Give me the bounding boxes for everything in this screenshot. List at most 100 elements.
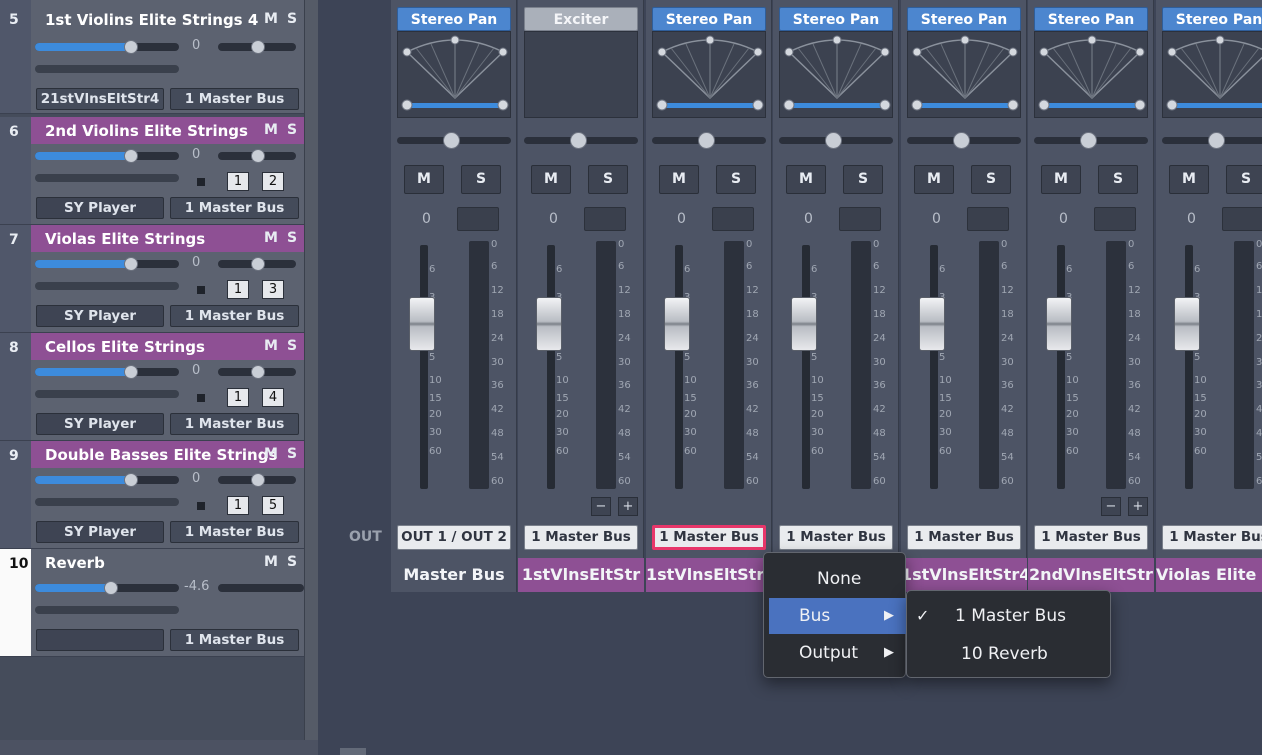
volume-slider[interactable] xyxy=(35,476,179,484)
mute-button[interactable]: M xyxy=(659,165,699,194)
mute-button[interactable]: M xyxy=(264,446,278,462)
submenu-item-master-bus[interactable]: ✓ 1 Master Bus xyxy=(912,598,1107,634)
track-row[interactable]: 5 1st Violins Elite Strings 4 M S 0 21st… xyxy=(0,0,304,114)
fx-panel[interactable] xyxy=(1034,31,1148,118)
fx-slot-button[interactable]: Stereo Pan xyxy=(397,7,511,31)
solo-button[interactable]: S xyxy=(287,230,297,246)
record-indicator[interactable] xyxy=(197,286,205,294)
track-header[interactable]: 1st Violins Elite Strings 4 M S xyxy=(31,6,304,33)
pan-knob[interactable] xyxy=(443,132,460,149)
add-insert-button[interactable]: + xyxy=(1128,497,1148,516)
mute-button[interactable]: M xyxy=(264,11,278,27)
output-select-button[interactable]: 1 Master Bus xyxy=(1162,525,1262,550)
output-button[interactable]: 1 Master Bus xyxy=(170,305,299,327)
remove-insert-button[interactable]: − xyxy=(1101,497,1121,516)
pan-knob[interactable] xyxy=(1208,132,1225,149)
volume-slider[interactable] xyxy=(35,43,179,51)
pan-knob[interactable] xyxy=(825,132,842,149)
pan-knob[interactable] xyxy=(251,149,265,163)
remove-insert-button[interactable]: − xyxy=(591,497,611,516)
strip-name[interactable]: 1stVlnsEltStr4 xyxy=(901,558,1027,592)
record-indicator[interactable] xyxy=(197,502,205,510)
volume-knob[interactable] xyxy=(104,581,118,595)
menu-item-bus[interactable]: Bus ▶ xyxy=(769,598,906,634)
volume-knob[interactable] xyxy=(124,40,138,54)
volume-fader-handle[interactable] xyxy=(664,297,690,351)
output-button[interactable]: 1 Master Bus xyxy=(170,88,299,110)
volume-slider[interactable] xyxy=(35,368,179,376)
midi-port-box[interactable]: 1 xyxy=(227,172,249,191)
menu-item-none[interactable]: None xyxy=(769,561,900,597)
pan-knob[interactable] xyxy=(570,132,587,149)
record-indicator[interactable] xyxy=(197,178,205,186)
midi-channel-box[interactable]: 4 xyxy=(262,388,284,407)
track-header[interactable]: Double Basses Elite Strings M S xyxy=(31,441,304,468)
solo-button[interactable]: S xyxy=(461,165,501,194)
volume-slider[interactable] xyxy=(35,260,179,268)
pan-knob[interactable] xyxy=(1080,132,1097,149)
solo-button[interactable]: S xyxy=(1098,165,1138,194)
track-row[interactable]: 10 Reverb M S -4.6 1 Master Bus xyxy=(0,549,304,657)
fx-slot-button[interactable]: Exciter xyxy=(524,7,638,31)
fx-slot-button[interactable]: Stereo Pan xyxy=(1034,7,1148,31)
solo-button[interactable]: S xyxy=(1226,165,1262,194)
mute-button[interactable]: M xyxy=(264,338,278,354)
mute-button[interactable]: M xyxy=(264,230,278,246)
volume-knob[interactable] xyxy=(124,473,138,487)
solo-button[interactable]: S xyxy=(287,338,297,354)
output-select-button[interactable]: 1 Master Bus xyxy=(779,525,893,550)
midi-port-box[interactable]: 1 xyxy=(227,280,249,299)
midi-channel-box[interactable]: 5 xyxy=(262,496,284,515)
pan-knob[interactable] xyxy=(251,40,265,54)
output-button[interactable]: 1 Master Bus xyxy=(170,197,299,219)
track-header[interactable]: Violas Elite Strings M S xyxy=(31,225,304,252)
output-select-button[interactable]: 1 Master Bus xyxy=(524,525,638,550)
mute-button[interactable]: M xyxy=(404,165,444,194)
stereo-pan-graph[interactable] xyxy=(653,32,767,119)
solo-button[interactable]: S xyxy=(971,165,1011,194)
volume-knob[interactable] xyxy=(124,149,138,163)
instrument-button[interactable]: 21stVlnsEltStr4 xyxy=(36,88,164,110)
fx-slot-button[interactable]: Stereo Pan xyxy=(652,7,766,31)
pan-knob[interactable] xyxy=(251,473,265,487)
fx-panel[interactable] xyxy=(1162,31,1262,118)
pan-knob[interactable] xyxy=(251,365,265,379)
midi-port-box[interactable]: 1 xyxy=(227,496,249,515)
track-header[interactable]: Reverb M S xyxy=(31,549,304,576)
strip-name[interactable]: 1stVlnsEltStr xyxy=(518,558,644,592)
output-select-button[interactable]: OUT 1 / OUT 2 xyxy=(397,525,511,550)
fx-panel[interactable] xyxy=(907,31,1021,118)
track-row[interactable]: 9 Double Basses Elite Strings M S 0 1 5 … xyxy=(0,441,304,549)
fx-slot-button[interactable]: Stereo Pan xyxy=(779,7,893,31)
volume-fader-handle[interactable] xyxy=(1174,297,1200,351)
record-indicator[interactable] xyxy=(197,394,205,402)
pan-knob[interactable] xyxy=(953,132,970,149)
stereo-pan-graph[interactable] xyxy=(398,32,512,119)
solo-button[interactable]: S xyxy=(588,165,628,194)
instrument-button[interactable]: SY Player xyxy=(36,413,164,435)
midi-channel-box[interactable]: 3 xyxy=(262,280,284,299)
output-button[interactable]: 1 Master Bus xyxy=(170,629,299,651)
track-row[interactable]: 6 2nd Violins Elite Strings M S 0 1 2 SY… xyxy=(0,117,304,225)
instrument-button[interactable] xyxy=(36,629,164,651)
menu-item-output[interactable]: Output ▶ xyxy=(769,635,906,671)
volume-fader-handle[interactable] xyxy=(536,297,562,351)
pan-knob[interactable] xyxy=(251,257,265,271)
volume-knob[interactable] xyxy=(124,257,138,271)
output-button[interactable]: 1 Master Bus xyxy=(170,521,299,543)
volume-fader-handle[interactable] xyxy=(409,297,435,351)
solo-button[interactable]: S xyxy=(287,11,297,27)
volume-fader-handle[interactable] xyxy=(919,297,945,351)
output-select-button[interactable]: 1 Master Bus xyxy=(1034,525,1148,550)
mute-button[interactable]: M xyxy=(1169,165,1209,194)
fx-panel[interactable] xyxy=(779,31,893,118)
mute-button[interactable]: M xyxy=(914,165,954,194)
track-header[interactable]: Cellos Elite Strings M S xyxy=(31,333,304,360)
output-button[interactable]: 1 Master Bus xyxy=(170,413,299,435)
strip-name[interactable]: Violas Elite Strings xyxy=(1156,558,1262,592)
solo-button[interactable]: S xyxy=(716,165,756,194)
strip-name[interactable]: 1stVlnsEltStr2 xyxy=(646,558,772,592)
fx-panel[interactable] xyxy=(652,31,766,118)
solo-button[interactable]: S xyxy=(287,554,297,570)
volume-fader-handle[interactable] xyxy=(791,297,817,351)
